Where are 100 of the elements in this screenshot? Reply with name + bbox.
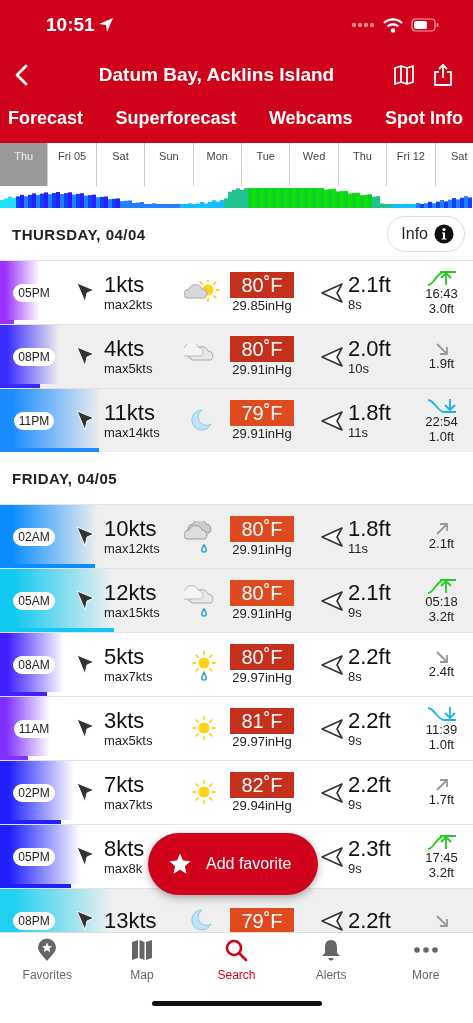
tab[interactable]: Spot Info: [385, 108, 463, 129]
more-icon: [413, 947, 438, 953]
pressure: 29.91inHg: [232, 425, 292, 442]
swell-period: 8s: [348, 669, 363, 685]
back-icon[interactable]: [14, 64, 28, 86]
map-icon[interactable]: [393, 64, 415, 86]
day-tab[interactable]: Sat: [435, 143, 473, 186]
swell-height: 2.2ft: [348, 708, 392, 733]
gust-speed: max5kts: [104, 361, 154, 377]
day-tab[interactable]: Mon: [193, 143, 242, 186]
day-heading: THURSDAY, 04/04: [12, 225, 146, 243]
swell-arrow-icon: [320, 781, 344, 804]
tide-time: 16:43: [425, 285, 458, 301]
day-tab[interactable]: Tue: [241, 143, 291, 186]
day-tab[interactable]: Wed: [290, 143, 339, 186]
swell-period: 9s: [348, 733, 363, 749]
wind-speed: 3kts: [104, 708, 146, 733]
swell-arrow-icon: [320, 525, 344, 548]
pressure: 29.91inHg: [232, 541, 292, 558]
day-heading: FRIDAY, 04/05: [12, 469, 118, 487]
tide-height: 3.2ft: [428, 864, 455, 880]
info-icon: [434, 224, 454, 244]
temperature-box: 80˚F: [230, 515, 294, 542]
nav-item[interactable]: Map: [94, 933, 190, 993]
wind-speed: 13kts: [104, 908, 158, 932]
tab[interactable]: Superforecast: [115, 108, 237, 129]
tide-time: 17:45: [425, 849, 458, 865]
swell-period: 9s: [348, 605, 363, 621]
temperature-box: 81˚F: [230, 707, 294, 734]
swell-height: 2.3ft: [348, 836, 392, 861]
nav-item[interactable]: Favorites: [0, 933, 95, 993]
add-favorite-button[interactable]: Add favorite: [148, 833, 318, 895]
wind-speed: 8kts: [104, 836, 146, 861]
wind-arrow-icon: [74, 524, 96, 549]
temperature-box: 80˚F: [230, 579, 294, 606]
wind-speed: 5kts: [104, 644, 146, 669]
day-tab[interactable]: Thu: [338, 143, 388, 186]
day-tab[interactable]: Fri 12: [387, 143, 436, 186]
gust-speed: max7kts: [104, 797, 154, 813]
tide-height: 1.0ft: [428, 428, 455, 444]
gust-speed: max5kts: [104, 733, 154, 749]
tide-time: 11:39: [425, 721, 458, 737]
tide-height: 1.7ft: [428, 792, 455, 807]
nav-item[interactable]: More: [378, 933, 473, 993]
swell-arrow-icon: [320, 345, 344, 368]
swell-arrow-icon: [320, 281, 344, 304]
map-icon: [129, 938, 154, 962]
swell-height: 2.2ft: [348, 908, 392, 932]
tide-time: 22:54: [425, 413, 458, 429]
nav-item[interactable]: Search: [189, 933, 284, 993]
pressure: 29.91inHg: [232, 361, 292, 378]
wind-arrow-icon: [74, 716, 96, 741]
swell-period: 9s: [348, 797, 363, 813]
swell-period: 11s: [348, 425, 369, 441]
wind-speed: 7kts: [104, 772, 146, 797]
gust-speed: max7kts: [104, 669, 154, 685]
star-icon: [168, 852, 192, 876]
battery-icon: [411, 18, 439, 32]
wind-arrow-icon: [74, 780, 96, 805]
swell-arrow-icon: [320, 717, 344, 740]
tab[interactable]: Webcams: [268, 108, 353, 129]
tide-height: 3.0ft: [428, 300, 455, 316]
swell-height: 2.0ft: [348, 336, 392, 361]
search-icon: [224, 938, 249, 962]
tide-height: 1.0ft: [428, 736, 455, 752]
wind-arrow-icon: [74, 280, 96, 305]
swell-height: 1.8ft: [348, 400, 392, 425]
wind-arrow-icon: [74, 588, 96, 613]
swell-period: 10s: [348, 361, 370, 377]
wind-speed: 4kts: [104, 336, 146, 361]
nav-item[interactable]: Alerts: [283, 933, 379, 993]
temperature-box: 80˚F: [230, 643, 294, 670]
tide-height: 2.4ft: [428, 664, 455, 679]
page-title: Datum Bay, Acklins Island: [97, 64, 336, 86]
gust-speed: max15kts: [104, 605, 161, 621]
tide-height: 1.9ft: [428, 356, 455, 371]
swell-height: 2.1ft: [348, 580, 392, 605]
day-tab[interactable]: Sun: [145, 143, 194, 186]
wind-arrow-icon: [74, 652, 96, 677]
swell-height: 2.1ft: [348, 272, 392, 297]
temperature-box: 82˚F: [230, 771, 294, 798]
day-tab[interactable]: Sat: [96, 143, 146, 186]
tab[interactable]: Forecast: [8, 108, 84, 129]
gust-speed: max12kts: [104, 541, 161, 557]
swell-period: 8s: [348, 297, 363, 313]
temperature-box: 79˚F: [230, 399, 294, 426]
pressure: 29.91inHg: [232, 605, 292, 622]
pressure: 29.97inHg: [232, 669, 292, 686]
share-icon[interactable]: [433, 63, 453, 87]
info-button[interactable]: Info: [387, 216, 465, 252]
signal-dots-icon: [351, 22, 375, 28]
location-icon: [97, 17, 114, 33]
gust-speed: max14kts: [104, 425, 161, 441]
status-time: 10:51: [46, 14, 95, 36]
swell-arrow-icon: [320, 589, 344, 612]
wind-speed: 12kts: [104, 580, 158, 605]
pressure: 29.97inHg: [232, 733, 292, 750]
swell-arrow-icon: [320, 845, 344, 868]
day-tab[interactable]: Fri 05: [48, 143, 97, 186]
swell-arrow-icon: [320, 653, 344, 676]
